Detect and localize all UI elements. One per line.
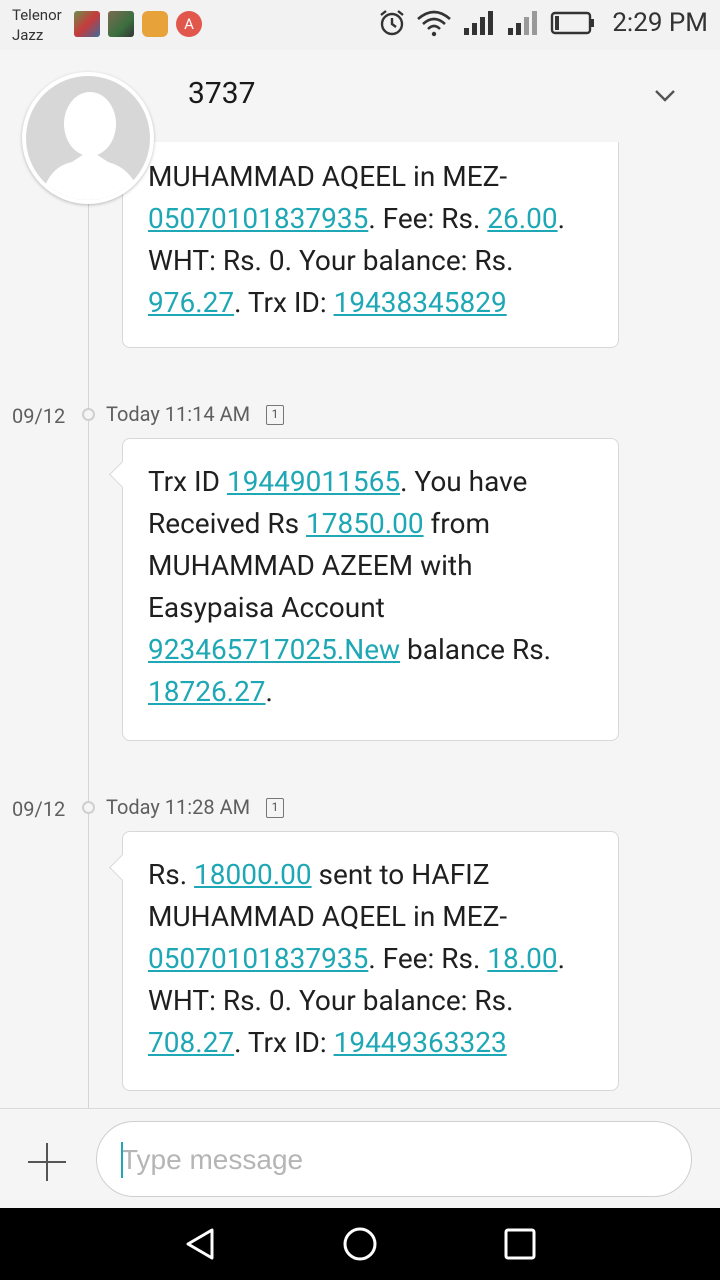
compose-bar	[0, 1108, 720, 1208]
notification-icons: A	[74, 11, 202, 37]
text-cursor	[121, 1142, 123, 1178]
sim-card-icon: 1	[266, 798, 284, 818]
message-bubble[interactable]: MUHAMMAD AQEEL in MEZ- 05070101837935. Fe…	[122, 112, 619, 348]
message-link[interactable]: 708.27	[148, 1026, 234, 1059]
carrier-label: Telenor Jazz	[12, 5, 62, 45]
message-link[interactable]: 19449363323	[334, 1026, 507, 1059]
message-link[interactable]: 05070101837935	[148, 942, 368, 975]
alarm-icon	[380, 10, 405, 36]
message-bubble[interactable]: Trx ID 19449011565. You have Received Rs…	[122, 438, 619, 741]
status-bar: Telenor Jazz A 2:29 PM	[0, 0, 720, 50]
message-timestamp-row: 09/12 Today 11:14 AM 1	[0, 400, 720, 430]
message-date: 09/12	[12, 797, 66, 821]
message-input-container[interactable]	[96, 1121, 692, 1197]
signal-icon	[508, 11, 538, 35]
message-text: Trx ID	[148, 465, 227, 498]
message-link[interactable]: 26.00	[487, 202, 557, 235]
message-link[interactable]: 17850.00	[306, 507, 424, 540]
contact-title[interactable]: 3737	[188, 76, 255, 111]
message-text: MUHAMMAD AQEEL in MEZ-	[148, 160, 508, 193]
message-link[interactable]: 19438345829	[334, 286, 507, 319]
message-link[interactable]: 18726.27	[148, 675, 266, 708]
message-text: . Trx ID:	[234, 1026, 334, 1059]
message-text: .	[265, 675, 273, 708]
message-input[interactable]	[121, 1138, 661, 1182]
sim-card-icon: 1	[266, 405, 284, 425]
carrier-line-2: Jazz	[12, 26, 44, 44]
app-notification-icon	[108, 11, 134, 37]
add-attachment-button[interactable]	[28, 1143, 66, 1181]
message-text: balance Rs.	[400, 633, 552, 666]
contact-avatar[interactable]	[22, 72, 154, 204]
avatar-notification-icon: A	[176, 11, 202, 37]
timeline-line	[88, 142, 89, 1108]
message-link[interactable]: 976.27	[148, 286, 234, 319]
battery-icon	[551, 11, 595, 35]
lock-notification-icon	[142, 11, 168, 37]
recents-square-icon[interactable]	[502, 1226, 538, 1262]
message-text: . Trx ID:	[234, 286, 334, 319]
message-date: 09/12	[12, 404, 66, 428]
app-notification-icon	[74, 11, 100, 37]
message-text: Rs.	[148, 858, 195, 891]
message-bubble[interactable]: Rs. 18000.00 sent to HAFIZ MUHAMMAD AQEE…	[122, 831, 619, 1091]
message-link[interactable]: 18.00	[487, 942, 557, 975]
message-text: . Fee: Rs.	[368, 942, 488, 975]
chevron-down-icon[interactable]	[650, 80, 680, 110]
timeline-dot	[82, 801, 95, 814]
message-link[interactable]: 05070101837935	[148, 202, 368, 235]
system-icons: 2:29 PM	[378, 8, 708, 38]
message-time: Today 11:28 AM	[106, 795, 251, 819]
message-link[interactable]: 923465717025.New	[148, 633, 400, 666]
wifi-icon	[417, 10, 452, 37]
message-link[interactable]: 18000.00	[194, 858, 312, 891]
signal-icon	[464, 11, 494, 35]
timeline-dot	[82, 408, 95, 421]
message-text: . Fee: Rs.	[368, 202, 488, 235]
message-timestamp-row: 09/12 Today 11:28 AM 1	[0, 793, 720, 823]
clock: 2:29 PM	[612, 8, 708, 38]
message-link[interactable]: 19449011565	[227, 465, 400, 498]
back-triangle-icon[interactable]	[182, 1226, 218, 1262]
message-time: Today 11:14 AM	[106, 402, 251, 426]
home-circle-icon[interactable]	[342, 1226, 378, 1262]
system-navigation-bar	[0, 1208, 720, 1280]
carrier-line-1: Telenor	[12, 6, 62, 24]
